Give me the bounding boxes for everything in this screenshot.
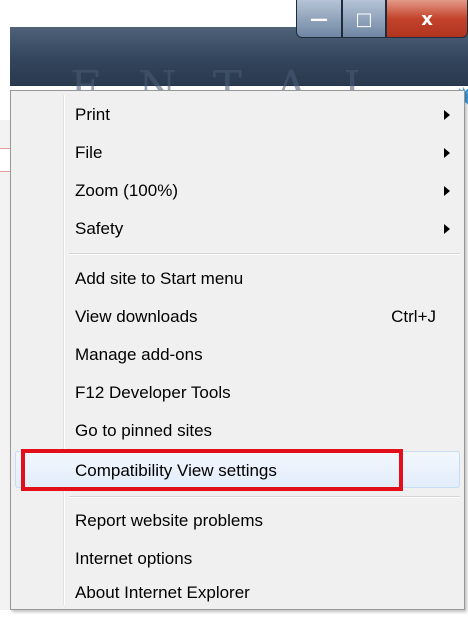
menu-item-label: File [75,143,103,162]
menu-item-label: Manage add-ons [75,345,203,364]
menu-item-go-to-pinned-sites[interactable]: Go to pinned sites [15,412,460,449]
menu-separator [69,253,460,255]
menu-item-label: Report website problems [75,511,264,530]
close-button[interactable]: x [386,0,468,38]
menu-item-label: Print [75,105,110,124]
menu-item-report-website-problems[interactable]: Report website problems [15,502,460,539]
menu-item-file[interactable]: File [15,134,460,171]
menu-item-print[interactable]: Print [15,96,460,133]
menu-item-manage-add-ons[interactable]: Manage add-ons [15,336,460,373]
menu-item-label: Go to pinned sites [75,421,213,440]
menu-item-label: Add site to Start menu [75,269,244,288]
annotation-highlight-box [21,449,403,491]
menu-item-label: Safety [75,219,124,238]
menu-item-zoom[interactable]: Zoom (100%) [15,172,460,209]
window-caption-buttons: — □ x [296,0,468,40]
tools-menu: Print File Zoom (100%) Safety Add site t… [10,90,465,610]
menu-separator [69,496,460,498]
minimize-button[interactable]: — [296,0,342,38]
menu-item-shortcut: Ctrl+J [391,307,436,326]
menu-item-label: Zoom (100%) [75,181,178,200]
minimize-icon: — [310,9,328,30]
menu-item-internet-options[interactable]: Internet options [15,540,460,577]
menu-item-label: F12 Developer Tools [75,383,231,402]
menu-item-safety[interactable]: Safety [15,210,460,247]
submenu-arrow-icon [444,148,450,158]
menu-item-label: Internet options [75,549,193,568]
menu-item-view-downloads[interactable]: View downloads Ctrl+J [15,298,460,335]
menu-item-label: About Internet Explorer [75,583,250,602]
submenu-arrow-icon [444,186,450,196]
menu-item-f12-developer-tools[interactable]: F12 Developer Tools [15,374,460,411]
submenu-arrow-icon [444,110,450,120]
close-icon: x [421,9,433,30]
menu-item-label: View downloads [75,307,198,326]
maximize-button[interactable]: □ [342,0,386,38]
submenu-arrow-icon [444,224,450,234]
menu-item-add-site-to-start-menu[interactable]: Add site to Start menu [15,260,460,297]
maximize-icon: □ [355,9,373,30]
menu-item-about-internet-explorer[interactable]: About Internet Explorer [15,578,460,608]
